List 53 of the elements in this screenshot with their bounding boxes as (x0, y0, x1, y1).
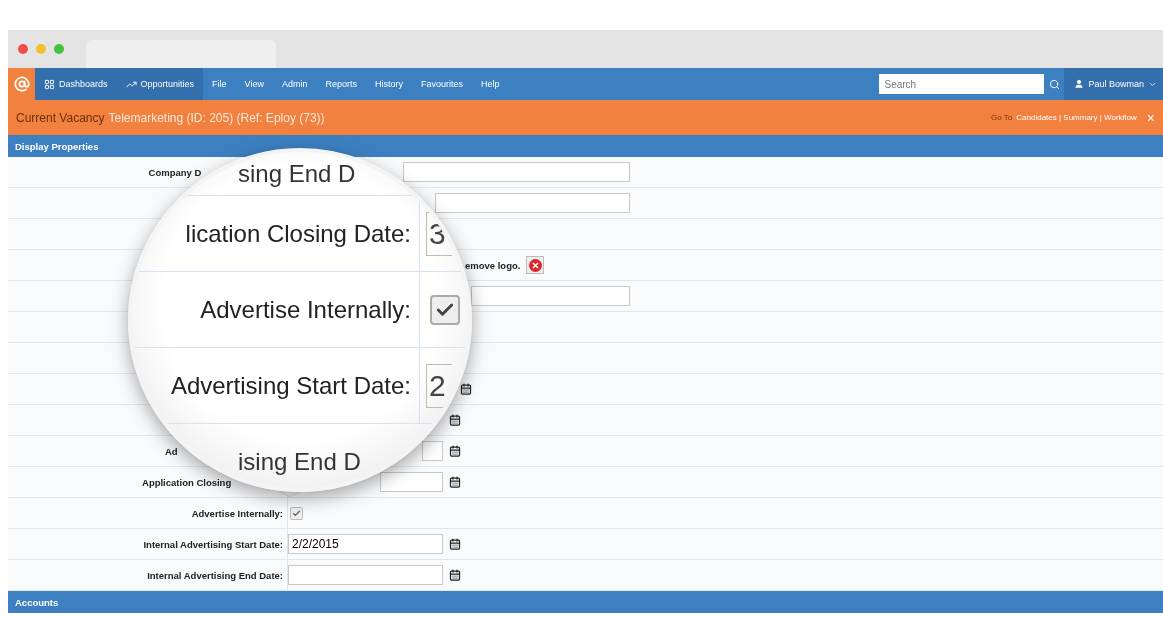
close-button[interactable]: × (1146, 109, 1155, 126)
magnified-label: sing End D (238, 159, 356, 188)
calendar-icon[interactable] (449, 476, 461, 488)
goto-links[interactable]: Candidates | Summary | Workflow (1016, 113, 1137, 122)
date-field[interactable] (288, 565, 443, 585)
search-field[interactable]: Search (879, 74, 1045, 94)
nav-item[interactable]: History (365, 68, 412, 100)
remove-button[interactable] (526, 256, 545, 274)
field-label: Company D (148, 166, 202, 178)
magnified-label: Advertising Start Date: (170, 371, 411, 400)
nav-item[interactable]: Favourites (412, 68, 472, 100)
user-icon (1074, 79, 1085, 89)
remove-logo-text: emove logo. (464, 259, 521, 271)
text-field[interactable] (434, 193, 630, 213)
checkbox[interactable] (290, 506, 303, 520)
field-label: Ad (164, 445, 178, 457)
date-field[interactable]: 2/2/2015 (288, 534, 443, 554)
magnified-label: lication Closing Date: (185, 219, 411, 248)
field-label: Advertise Internally: (191, 507, 283, 519)
field-label: Internal Advertising Start Date: (143, 538, 283, 550)
calendar-icon[interactable] (449, 445, 461, 457)
check-icon (292, 508, 301, 518)
page-prefix: Current Vacancy (16, 110, 105, 125)
logo[interactable] (8, 68, 35, 100)
maximize-window-icon[interactable] (54, 44, 64, 54)
close-window-icon[interactable] (18, 44, 28, 54)
field-label: Internal Advertising End Date: (147, 569, 283, 581)
nav-item[interactable]: Help (472, 68, 509, 100)
section-header[interactable]: Accounts (8, 591, 1163, 613)
nav-item[interactable]: Reports (316, 68, 366, 100)
nav-item[interactable]: Admin (272, 68, 317, 100)
goto-label: Go To (991, 113, 1013, 122)
magnified-label: Advertise Internally: (200, 295, 411, 324)
calendar-icon[interactable] (449, 538, 461, 550)
user-menu[interactable]: Paul Bowman (1064, 68, 1163, 100)
field-label: Application Closing (142, 476, 232, 488)
nav-item[interactable]: Dashboards (35, 68, 117, 100)
calendar-icon[interactable] (449, 414, 461, 426)
calendar-icon[interactable] (460, 383, 473, 395)
dashboard-icon (44, 78, 55, 90)
magnified-label: ising End D (238, 447, 361, 476)
remove-icon (528, 258, 542, 272)
page-title: Telemarketing (ID: 205) (Ref: Eploy (73)) (108, 110, 325, 125)
text-field[interactable] (402, 162, 630, 182)
date-field[interactable] (422, 441, 443, 461)
text-field[interactable] (471, 286, 630, 306)
section-header[interactable]: Display Properties (8, 135, 1163, 157)
magnified-field: 2 (426, 363, 452, 408)
nav-item[interactable]: View (235, 68, 273, 100)
calendar-icon[interactable] (449, 569, 461, 581)
nav-item[interactable]: File (203, 68, 236, 100)
nav-item[interactable]: Opportunities (116, 68, 204, 100)
date-field[interactable] (380, 472, 443, 492)
